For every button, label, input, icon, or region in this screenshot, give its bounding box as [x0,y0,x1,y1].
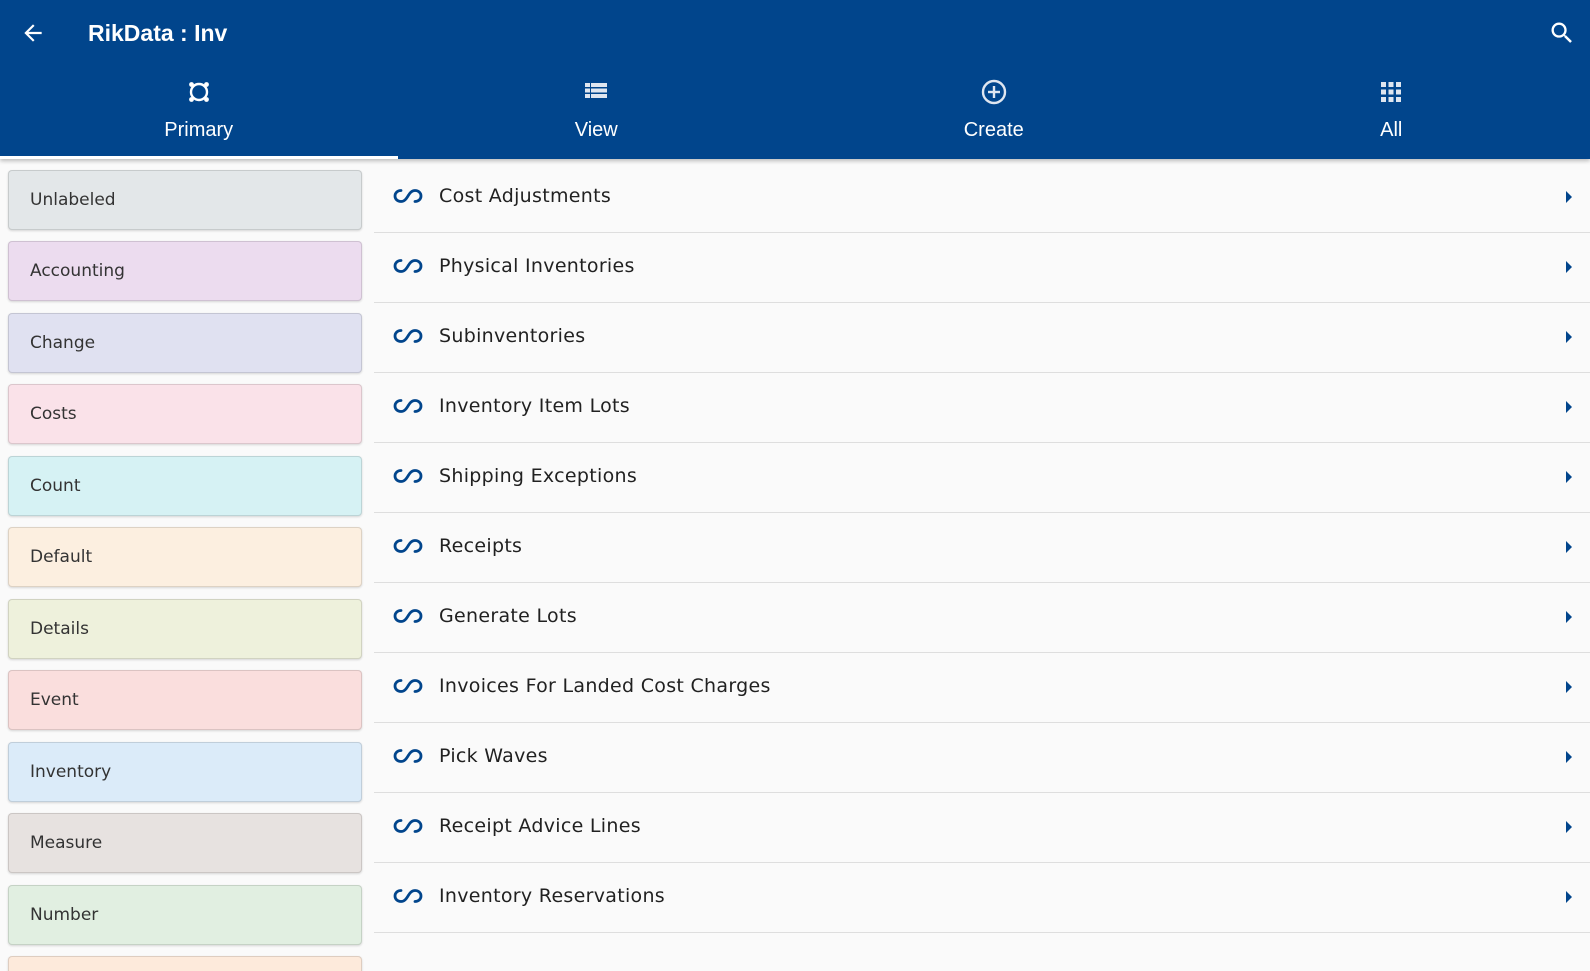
tab-label: View [574,119,618,141]
page-title: RikData : Inv [88,20,228,46]
link-icon [393,259,423,273]
list-item-label: Invoices For Landed Cost Charges [439,675,771,697]
tab-create[interactable]: Create [795,66,1193,159]
list-item[interactable]: Shipping Exceptions [374,443,1590,513]
link-icon [393,399,423,413]
label-chip-unlabeled[interactable]: Unlabeled [8,170,362,230]
label-chip-number[interactable]: Number [8,885,362,945]
list-item[interactable]: Pick Waves [374,723,1590,793]
tab-label: All [1380,119,1403,141]
list-item-label: Inventory Reservations [439,885,666,907]
list-item[interactable]: Inventory Reservations [374,863,1590,933]
chevron-right-icon [1566,611,1572,623]
link-icon [393,819,423,833]
label-sidebar: Unlabeled Accounting Change Costs Count … [0,159,372,971]
back-button[interactable] [18,18,48,48]
add-circle-icon [980,78,1008,106]
link-icon [393,469,423,483]
apps-grid-icon [1377,78,1405,106]
label-chip-accounting[interactable]: Accounting [8,241,362,301]
label-chip-event[interactable]: Event [8,670,362,730]
link-icon [393,609,423,623]
tab-label: Create [963,119,1024,141]
list-item[interactable]: Invoices For Landed Cost Charges [374,653,1590,723]
tab-all[interactable]: All [1193,66,1590,159]
label-chip-count[interactable]: Count [8,456,362,516]
link-icon [393,749,423,763]
chevron-right-icon [1566,541,1572,553]
list-item[interactable]: Subinventories [374,303,1590,373]
link-list: Cost Adjustments Physical Inventories Su… [374,163,1590,933]
list-item-label: Receipts [439,535,523,557]
list-item-label: Shipping Exceptions [439,465,638,487]
tab-primary[interactable]: Primary [0,66,398,159]
list-item-label: Pick Waves [439,745,548,767]
link-icon [393,539,423,553]
label-chip-costs[interactable]: Costs [8,384,362,444]
tab-bar: Primary View Create All [0,66,1590,159]
list-view-icon [582,78,610,106]
list-item-label: Cost Adjustments [439,185,612,207]
search-button[interactable] [1546,17,1578,49]
chevron-right-icon [1566,191,1572,203]
tab-view[interactable]: View [398,66,796,159]
link-icon [393,679,423,693]
arrow-left-icon [24,24,42,42]
list-item-label: Generate Lots [439,605,577,627]
chevron-right-icon [1566,261,1572,273]
app-root: RikData : Inv Primary View Create All Un… [0,0,1590,971]
link-icon [393,329,423,343]
list-item[interactable]: Receipt Advice Lines [374,793,1590,863]
label-chip-measure[interactable]: Measure [8,813,362,873]
primary-icon [185,78,213,106]
list-item[interactable]: Cost Adjustments [374,163,1590,233]
chevron-right-icon [1566,331,1572,343]
top-app-bar: RikData : Inv Primary View Create All [0,0,1590,159]
list-item[interactable]: Inventory Item Lots [374,373,1590,443]
list-item-label: Physical Inventories [439,255,635,277]
chevron-right-icon [1566,821,1572,833]
chevron-right-icon [1566,751,1572,763]
search-icon [1551,22,1572,43]
link-icon [393,189,423,203]
list-item-label: Receipt Advice Lines [439,815,641,837]
label-chip-partial[interactable] [8,956,362,971]
chevron-right-icon [1566,891,1572,903]
label-chip-inventory[interactable]: Inventory [8,742,362,802]
chevron-right-icon [1566,401,1572,413]
link-icon [393,889,423,903]
label-chip-change[interactable]: Change [8,313,362,373]
list-item-label: Inventory Item Lots [439,395,631,417]
list-item[interactable]: Receipts [374,513,1590,583]
label-chip-default[interactable]: Default [8,527,362,587]
label-chip-details[interactable]: Details [8,599,362,659]
tab-label: Primary [164,119,234,141]
chevron-right-icon [1566,681,1572,693]
list-item[interactable]: Physical Inventories [374,233,1590,303]
list-item[interactable]: Generate Lots [374,583,1590,653]
list-item-label: Subinventories [439,325,586,347]
chevron-right-icon [1566,471,1572,483]
